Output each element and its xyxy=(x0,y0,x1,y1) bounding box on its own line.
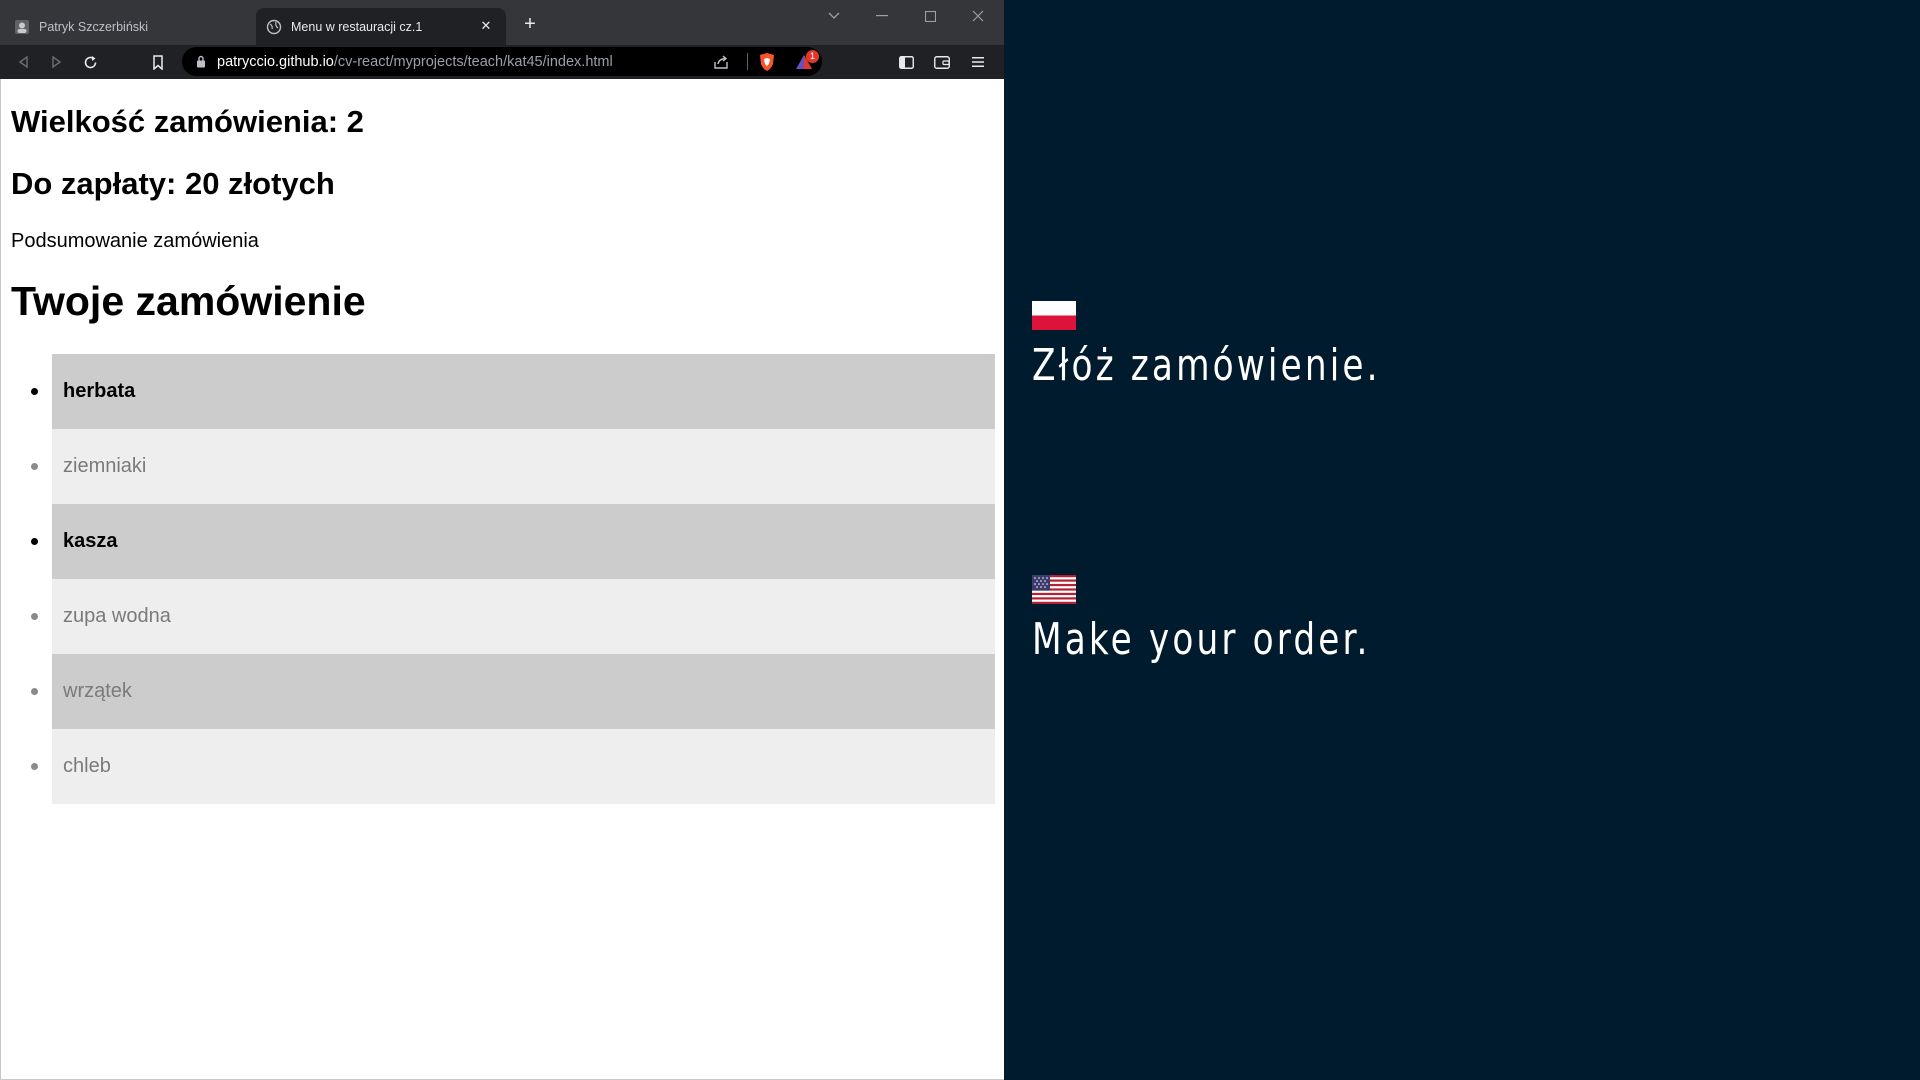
close-window-icon[interactable] xyxy=(968,6,988,26)
usa-flag-icon xyxy=(1032,575,1076,604)
order-size-heading: Wielkość zamówienia: 2 xyxy=(11,104,364,139)
order-item-zupa-wodna[interactable]: zupa wodna xyxy=(1,579,1005,654)
lock-icon xyxy=(196,55,206,73)
brave-shield-icon[interactable] xyxy=(758,52,776,72)
poland-flag-icon xyxy=(1032,301,1076,330)
order-summary-label: Podsumowanie zamówienia xyxy=(11,230,259,252)
new-tab-icon[interactable]: + xyxy=(519,13,541,35)
tab-title: Patryk Szczerbiński xyxy=(39,19,149,34)
list-item-background xyxy=(52,429,995,504)
list-item-background xyxy=(52,729,995,804)
web-page: Wielkość zamówienia: 2 Do zapłaty: 20 zł… xyxy=(0,79,1004,1080)
browser-toolbar: patryccio.github.io/cv-react/myprojects/… xyxy=(0,45,1004,79)
item-label: kasza xyxy=(63,530,118,552)
order-item-herbata[interactable]: herbata xyxy=(1,354,1005,429)
url-text: patryccio.github.io/cv-react/myprojects/… xyxy=(217,54,613,70)
list-bullet xyxy=(31,688,38,695)
tab-title: Menu w restauracji cz.1 xyxy=(291,19,423,34)
caption-polish: Złóż zamówienie. xyxy=(1032,340,1381,391)
tab-patryk-szczerbinski[interactable]: Patryk Szczerbiński xyxy=(6,8,254,45)
order-item-wrzatek[interactable]: wrzątek xyxy=(1,654,1005,729)
item-label: chleb xyxy=(63,755,111,777)
instruction-panel: Złóż zamówienie. Make your order. xyxy=(1004,0,1920,1080)
list-bullet xyxy=(31,763,38,770)
brave-rewards-icon[interactable]: 1 xyxy=(794,50,819,71)
globe-icon xyxy=(266,19,282,35)
address-bar[interactable]: patryccio.github.io/cv-react/myprojects/… xyxy=(182,47,822,76)
url-path: /cv-react/myprojects/teach/kat45/index.h… xyxy=(333,54,613,70)
maximize-icon[interactable] xyxy=(920,6,940,26)
url-host: patryccio.github.io xyxy=(217,54,334,70)
list-bullet xyxy=(31,388,38,395)
back-icon[interactable] xyxy=(14,52,34,72)
reload-icon[interactable] xyxy=(80,52,100,72)
item-label: zupa wodna xyxy=(63,605,171,627)
close-tab-icon[interactable]: ✕ xyxy=(478,18,494,34)
list-item-background xyxy=(52,579,995,654)
address-bar-divider xyxy=(747,53,748,70)
item-label: wrzątek xyxy=(63,680,132,702)
item-label: ziemniaki xyxy=(63,455,147,477)
order-item-kasza[interactable]: kasza xyxy=(1,504,1005,579)
sidebar-icon[interactable] xyxy=(896,52,916,72)
tab-menu-w-restauracji[interactable]: Menu w restauracji cz.1 ✕ xyxy=(256,8,506,45)
list-item-background xyxy=(52,654,995,729)
menu-icon[interactable] xyxy=(968,52,988,72)
forward-icon[interactable] xyxy=(46,52,66,72)
order-list: herbata ziemniaki kasza zupa wodna wrząt xyxy=(1,354,1005,804)
list-bullet xyxy=(31,613,38,620)
bookmark-icon[interactable] xyxy=(148,52,168,72)
rewards-badge: 1 xyxy=(806,50,819,63)
order-item-chleb[interactable]: chleb xyxy=(1,729,1005,804)
caption-english: Make your order. xyxy=(1032,614,1371,665)
order-item-ziemniaki[interactable]: ziemniaki xyxy=(1,429,1005,504)
wallet-icon[interactable] xyxy=(932,52,952,72)
share-icon[interactable] xyxy=(712,53,730,71)
minimize-icon[interactable] xyxy=(872,6,892,26)
order-title: Twoje zamówienie xyxy=(11,278,366,324)
list-item-background xyxy=(52,504,995,579)
list-item-background xyxy=(52,354,995,429)
browser-window: Patryk Szczerbiński Menu w restauracji c… xyxy=(0,0,1004,1080)
tab-search-chevron-icon[interactable] xyxy=(824,6,844,26)
list-bullet xyxy=(31,538,38,545)
tab-bar: Patryk Szczerbiński Menu w restauracji c… xyxy=(0,0,1004,45)
list-bullet xyxy=(31,463,38,470)
item-label: herbata xyxy=(63,380,136,402)
profile-favicon-icon xyxy=(14,19,30,35)
amount-to-pay-heading: Do zapłaty: 20 złotych xyxy=(11,166,335,201)
